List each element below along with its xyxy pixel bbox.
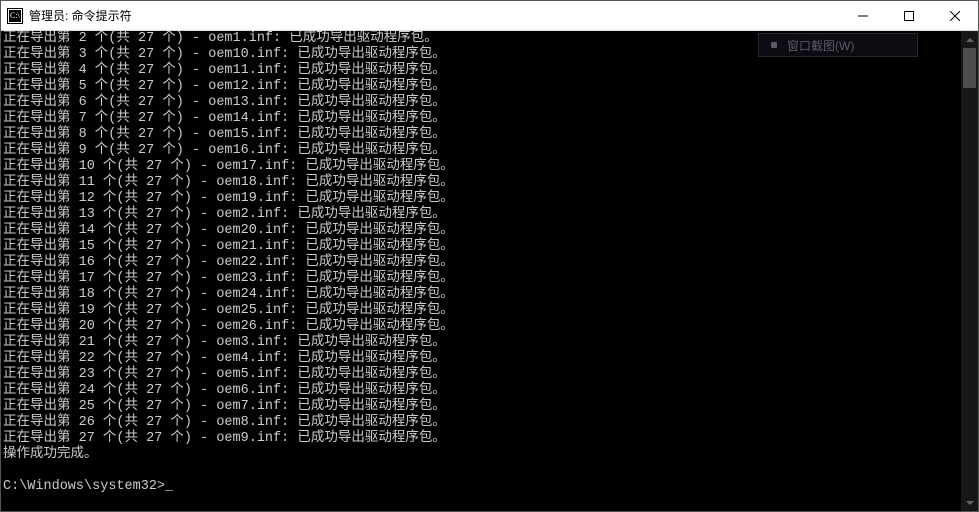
svg-text:C:\: C:\ — [10, 11, 21, 20]
window-title: 管理员: 命令提示符 — [29, 7, 840, 24]
maximize-button[interactable] — [886, 1, 932, 30]
titlebar[interactable]: C:\ 管理员: 命令提示符 — [1, 1, 978, 31]
overlay-capture-button[interactable]: 窗口截图(W) — [758, 33, 918, 57]
vertical-scrollbar[interactable] — [961, 31, 978, 511]
minimize-button[interactable] — [840, 1, 886, 30]
cmd-icon: C:\ — [7, 8, 23, 24]
scroll-track[interactable] — [961, 48, 978, 494]
overlay-label: 窗口截图(W) — [787, 37, 854, 54]
window-controls — [840, 1, 978, 30]
scroll-up-button[interactable] — [961, 31, 978, 48]
client-area: 正在导出第 2 个(共 27 个) - oem1.inf: 已成功导出驱动程序包… — [1, 31, 978, 511]
overlay-dot-icon — [771, 42, 777, 48]
scroll-down-button[interactable] — [961, 494, 978, 511]
scroll-thumb[interactable] — [963, 48, 976, 88]
close-button[interactable] — [932, 1, 978, 30]
window: C:\ 管理员: 命令提示符 正在导出第 2 个(共 27 个) - oem1.… — [0, 0, 979, 512]
terminal-output[interactable]: 正在导出第 2 个(共 27 个) - oem1.inf: 已成功导出驱动程序包… — [1, 31, 961, 511]
